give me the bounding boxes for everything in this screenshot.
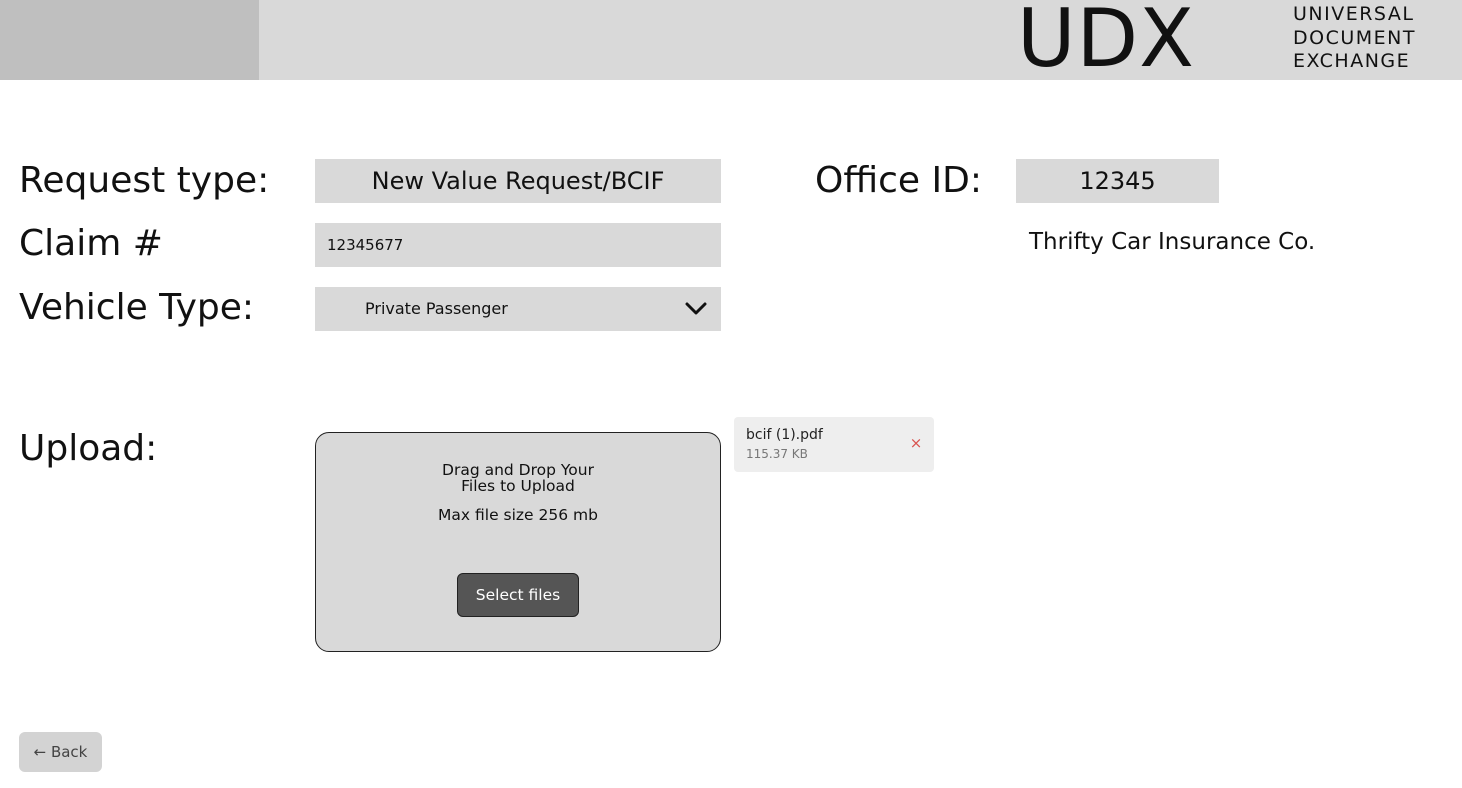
office-id-label: Office ID: — [815, 160, 982, 201]
upload-label: Upload: — [19, 428, 158, 469]
dropzone-line: Drag and Drop Your — [442, 461, 594, 479]
max-file-size: Max file size 256 mb — [438, 506, 598, 524]
claim-field[interactable] — [315, 223, 721, 267]
office-id-field: 12345 — [1016, 159, 1219, 203]
request-type-label: Request type: — [19, 160, 270, 201]
request-type-field: New Value Request/BCIF — [315, 159, 721, 203]
vehicle-type-select[interactable]: Private Passenger — [315, 287, 721, 331]
select-files-button[interactable]: Select files — [457, 573, 579, 617]
claim-label: Claim # — [19, 223, 163, 264]
request-type-value: New Value Request/BCIF — [371, 167, 665, 195]
office-id-value: 12345 — [1079, 167, 1156, 195]
file-dropzone[interactable]: Drag and Drop Your Files to Upload Max f… — [315, 432, 721, 652]
logo-wordmark: UNIVERSAL DOCUMENT EXCHANGE — [1293, 3, 1416, 74]
page: UDX UNIVERSAL DOCUMENT EXCHANGE Request … — [0, 0, 1462, 788]
logo-mark: UDX — [1017, 0, 1195, 85]
logo-line: EXCHANGE — [1293, 50, 1411, 72]
chevron-down-icon[interactable] — [685, 299, 707, 317]
file-name: bcif (1).pdf — [746, 427, 823, 443]
vehicle-type-label: Vehicle Type: — [19, 287, 255, 328]
dropzone-instructions: Drag and Drop Your Files to Upload — [316, 462, 720, 494]
dropzone-line: Files to Upload — [461, 477, 575, 495]
vehicle-type-value: Private Passenger — [365, 299, 508, 318]
file-size: 115.37 KB — [746, 447, 808, 461]
back-button[interactable]: ← Back — [19, 732, 102, 772]
logo-line: DOCUMENT — [1293, 26, 1416, 49]
close-icon[interactable]: × — [908, 435, 924, 451]
company-name: Thrifty Car Insurance Co. — [1029, 229, 1316, 255]
logo-line: UNIVERSAL — [1293, 3, 1415, 25]
header-left-block — [0, 0, 259, 80]
claim-input[interactable] — [315, 223, 721, 267]
uploaded-file-item: bcif (1).pdf 115.37 KB × — [734, 417, 934, 472]
header-bar: UDX UNIVERSAL DOCUMENT EXCHANGE — [0, 0, 1462, 84]
